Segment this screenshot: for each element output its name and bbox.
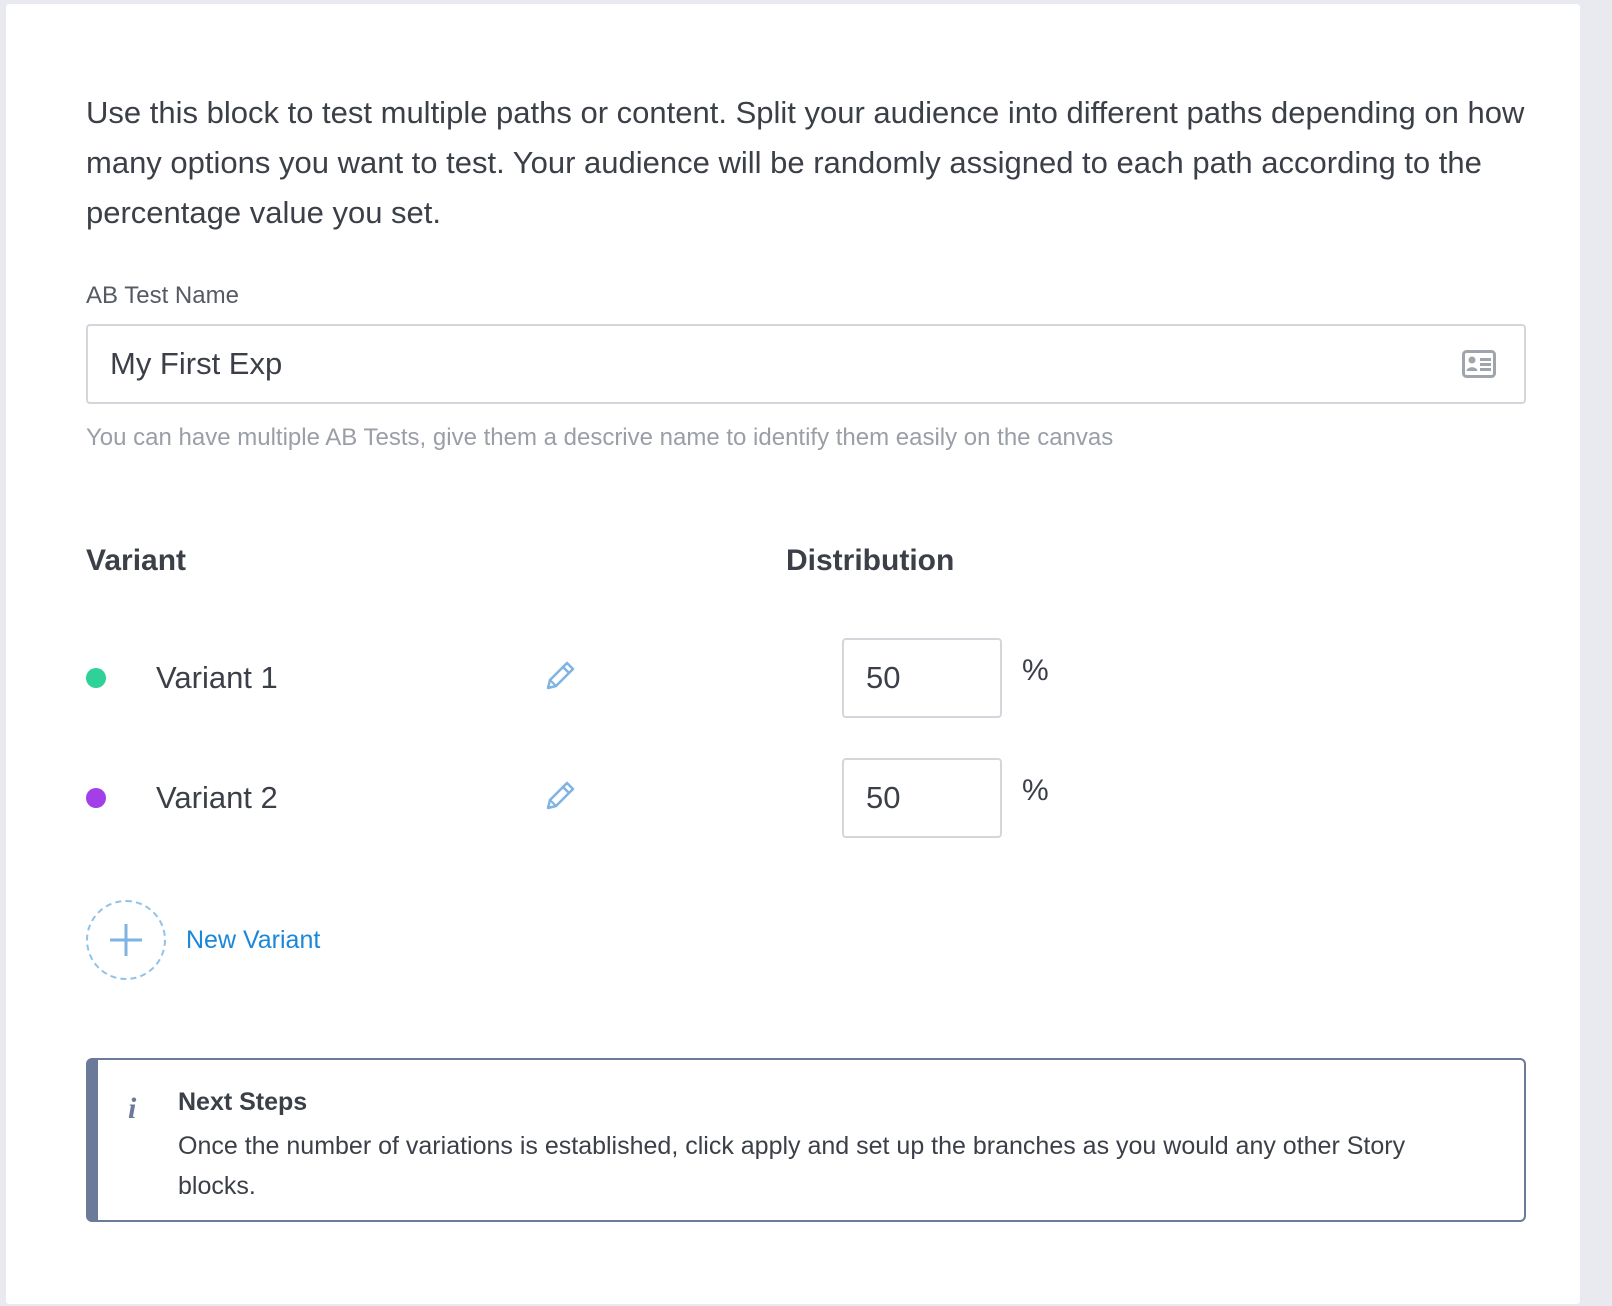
variant-column-header: Variant xyxy=(86,544,187,577)
plus-icon xyxy=(110,924,142,956)
pencil-icon[interactable] xyxy=(540,778,578,816)
ab-test-panel: Use this block to test multiple paths or… xyxy=(6,4,1580,1304)
ab-test-name-label: AB Test Name xyxy=(86,282,239,309)
variant-color-dot xyxy=(86,668,106,688)
info-icon: i xyxy=(128,1092,137,1125)
next-steps-text: Once the number of variations is establi… xyxy=(178,1132,1406,1200)
ab-test-name-field xyxy=(86,324,1526,404)
percent-sign: % xyxy=(1022,654,1049,687)
next-steps-title: Next Steps xyxy=(178,1088,308,1116)
pencil-icon[interactable] xyxy=(540,658,578,696)
next-steps-callout: i Next Steps Once the number of variatio… xyxy=(86,1058,1526,1222)
variant-name: Variant 1 xyxy=(156,660,278,695)
distribution-input[interactable] xyxy=(842,758,1002,838)
percent-sign: % xyxy=(1022,774,1049,807)
new-variant-label[interactable]: New Variant xyxy=(186,926,320,955)
add-circle[interactable] xyxy=(86,900,166,980)
variant-color-dot xyxy=(86,788,106,808)
variant-row: Variant 1 % xyxy=(86,638,1186,718)
variant-row: Variant 2 % xyxy=(86,758,1186,838)
variant-name: Variant 2 xyxy=(156,780,278,815)
intro-description: Use this block to test multiple paths or… xyxy=(86,95,1525,230)
distribution-column-header: Distribution xyxy=(786,544,955,577)
ab-test-name-hint: You can have multiple AB Tests, give the… xyxy=(86,424,1114,451)
distribution-input[interactable] xyxy=(842,638,1002,718)
new-variant-button[interactable]: New Variant xyxy=(86,900,426,984)
ab-test-name-input[interactable] xyxy=(88,326,1468,402)
contact-card-icon[interactable] xyxy=(1462,350,1496,378)
